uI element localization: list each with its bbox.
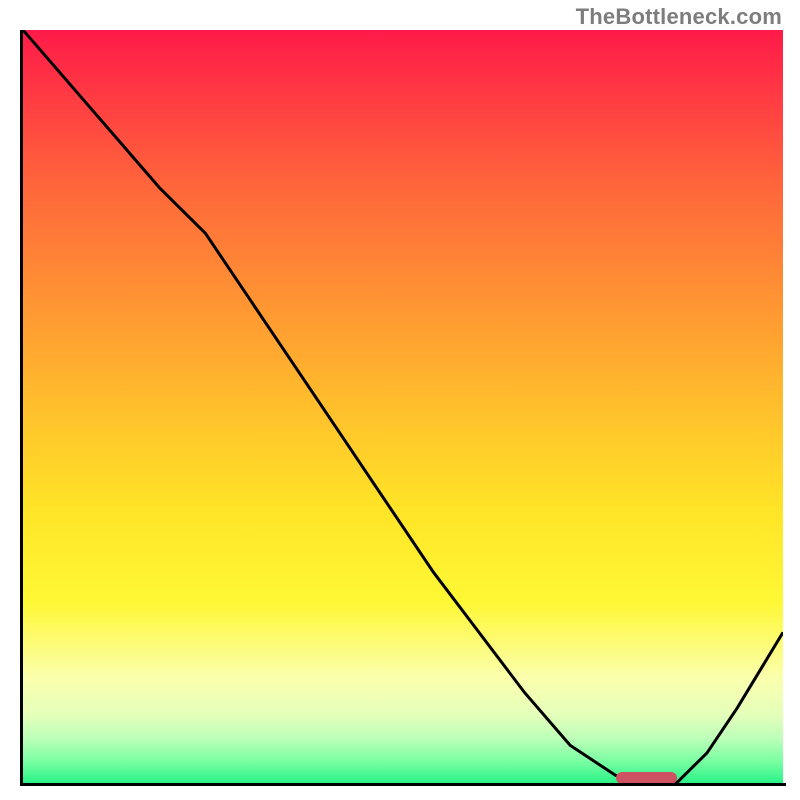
- bottleneck-curve-path: [23, 30, 783, 783]
- watermark-text: TheBottleneck.com: [576, 4, 782, 30]
- plot-area: [23, 30, 783, 783]
- chart-container: TheBottleneck.com: [0, 0, 800, 800]
- curve-layer: [23, 30, 783, 783]
- x-axis-line: [20, 783, 786, 786]
- y-axis-line: [20, 30, 23, 786]
